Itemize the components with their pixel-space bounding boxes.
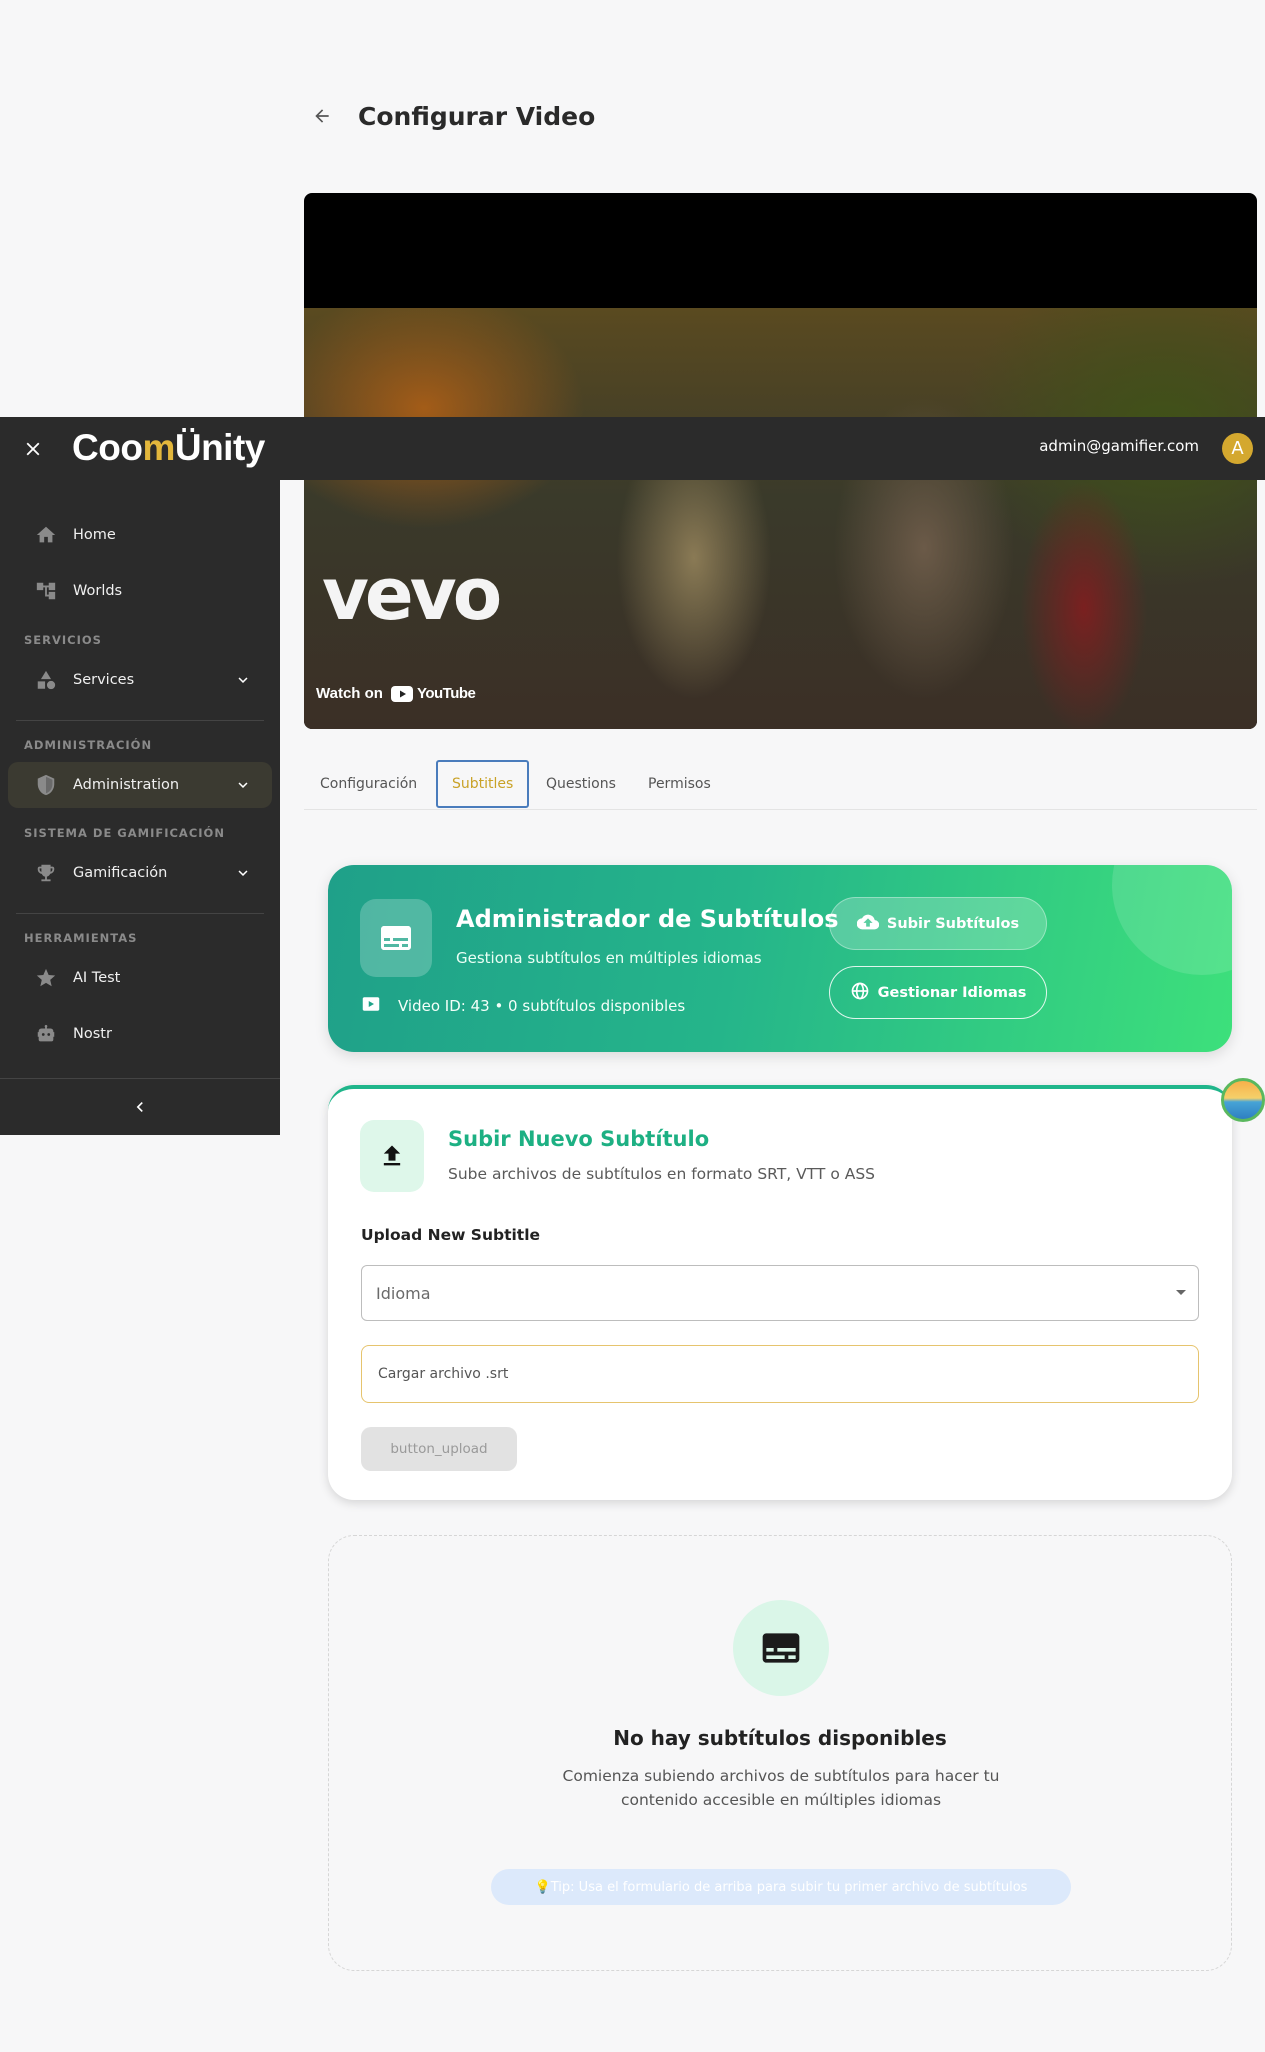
upload-button[interactable]: button_upload (361, 1427, 517, 1471)
tab-permisos[interactable]: Permisos (648, 760, 711, 808)
page-title: Configurar Video (358, 101, 596, 131)
sidebar-item-label: Worlds (73, 583, 123, 599)
upload-subtitle-card: Subir Nuevo Subtítulo Sube archivos de s… (328, 1085, 1232, 1500)
sidebar-item-worlds[interactable]: Worlds (8, 568, 272, 614)
sidebar-item-services[interactable]: Services (8, 657, 272, 703)
logo-text-mid: m (142, 427, 175, 468)
logo-text-start: Coo (72, 427, 143, 468)
star-icon (35, 967, 57, 989)
file-input-label: Cargar archivo .srt (378, 1366, 509, 1382)
logo-text-end: Ünity (174, 427, 266, 468)
sidebar-item-label: Administration (73, 777, 180, 793)
chevron-down-icon (234, 776, 252, 794)
tab-configuracion[interactable]: Configuración (320, 760, 417, 808)
robot-icon (35, 1023, 57, 1045)
avatar[interactable]: A (1222, 433, 1253, 464)
watch-on-youtube[interactable]: Watch on YouTube (316, 685, 476, 702)
sidebar-item-home[interactable]: Home (8, 512, 272, 558)
video-icon (362, 995, 380, 1017)
category-icon (35, 669, 57, 691)
section-label-services: SERVICIOS (24, 633, 102, 647)
empty-title: No hay subtítulos disponibles (613, 1726, 947, 1750)
user-email: admin@gamifier.com (1039, 437, 1199, 455)
subtitles-icon (360, 899, 432, 977)
watch-on-label: Watch on (316, 685, 383, 702)
upload-subtitles-button[interactable]: Subir Subtítulos (829, 897, 1047, 950)
sidebar-item-administration[interactable]: Administration (8, 762, 272, 808)
language-select-value: Idioma (376, 1283, 431, 1303)
tab-questions[interactable]: Questions (546, 760, 616, 808)
tabs: Configuración Subtitles Questions Permis… (304, 758, 1257, 810)
upload-subtitle: Sube archivos de subtítulos en formato S… (448, 1165, 876, 1183)
divider (0, 1078, 280, 1079)
sidebar-item-label: Gamificación (73, 865, 168, 881)
top-app-bar: CoomÜnity admin@gamifier.com A (0, 417, 1265, 480)
vevo-watermark: vevo (322, 552, 502, 636)
empty-subtitle: Comienza subiendo archivos de subtítulos… (562, 1767, 1000, 1809)
subtitles-icon (733, 1600, 829, 1696)
video-meta: Video ID: 43 • 0 subtítulos disponibles (362, 995, 685, 1017)
sidebar-item-nostr[interactable]: Nostr (8, 1011, 272, 1057)
upload-title: Subir Nuevo Subtítulo (448, 1127, 710, 1151)
sidebar-item-ai-test[interactable]: AI Test (8, 955, 272, 1001)
hero-subtitle: Gestiona subtítulos en múltiples idiomas (456, 949, 762, 967)
sidebar-item-label: Home (73, 527, 116, 543)
globe-icon (850, 981, 870, 1005)
divider (16, 913, 264, 914)
manage-languages-label: Gestionar Idiomas (877, 984, 1027, 1001)
close-icon[interactable] (22, 438, 44, 460)
empty-state: No hay subtítulos disponibles Comienza s… (328, 1535, 1232, 1971)
file-input[interactable]: Cargar archivo .srt (361, 1345, 1199, 1403)
youtube-logo: YouTube (390, 685, 476, 702)
youtube-label: YouTube (416, 685, 476, 702)
coomunity-logo[interactable]: CoomÜnity (72, 427, 265, 469)
language-select[interactable]: Idioma (361, 1265, 1199, 1321)
sidebar-item-label: AI Test (73, 970, 121, 986)
section-label-tools: HERRAMIENTAS (24, 931, 138, 945)
cloud-upload-icon (856, 911, 880, 937)
upload-form-label: Upload New Subtitle (361, 1226, 541, 1244)
home-icon (35, 524, 57, 546)
page-header: Configurar Video (312, 96, 595, 136)
chevron-left-icon[interactable] (130, 1097, 150, 1117)
sidebar-item-label: Nostr (73, 1026, 112, 1042)
manage-languages-button[interactable]: Gestionar Idiomas (829, 966, 1047, 1019)
sidebar-item-gamification[interactable]: Gamificación (8, 850, 272, 896)
video-meta-text: Video ID: 43 • 0 subtítulos disponibles (398, 997, 686, 1015)
video-thumbnail[interactable] (304, 308, 1257, 729)
subtitle-manager-card: Administrador de Subtítulos Gestiona sub… (328, 865, 1232, 1052)
section-label-gamification: SISTEMA DE GAMIFICACIÓN (24, 826, 225, 840)
sidebar-item-label: Services (73, 672, 135, 688)
arrow-back-icon[interactable] (312, 105, 334, 127)
decorative-circle (1112, 865, 1232, 975)
trophy-icon (35, 862, 57, 884)
chevron-down-icon (234, 671, 252, 689)
tab-subtitles[interactable]: Subtitles (436, 760, 530, 808)
account-tree-icon (35, 580, 57, 602)
upload-subtitles-label: Subir Subtítulos (886, 915, 1020, 932)
divider (16, 720, 264, 721)
shield-icon (35, 774, 57, 796)
sidebar: Home Worlds SERVICIOS Services ADMINISTR… (0, 480, 280, 1135)
chevron-down-icon (234, 864, 252, 882)
upload-icon (360, 1120, 424, 1192)
tip-banner: 💡Tip: Usa el formulario de arriba para s… (491, 1869, 1071, 1905)
floating-avatar[interactable] (1221, 1078, 1265, 1122)
hero-title: Administrador de Subtítulos (456, 905, 839, 933)
dropdown-arrow-icon (1176, 1290, 1186, 1295)
section-label-administration: ADMINISTRACIÓN (24, 738, 153, 752)
